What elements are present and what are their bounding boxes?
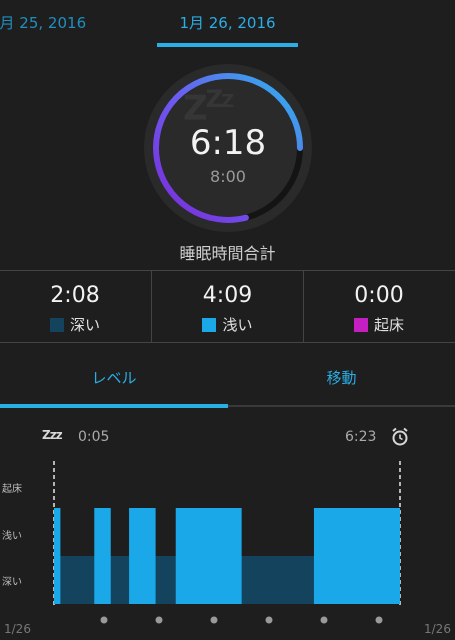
sleep-level-chart xyxy=(53,461,401,624)
hour-tick-dot xyxy=(210,616,218,624)
stat-awake-label: 起床 xyxy=(373,316,404,334)
date-tab-previous[interactable]: 1月 25, 2016 xyxy=(0,12,86,33)
stat-awake: 0:00 起床 xyxy=(303,271,455,342)
stat-deep-value: 2:08 xyxy=(50,283,100,308)
tab-movement[interactable]: 移動 xyxy=(228,367,455,388)
light-sleep-segment xyxy=(129,508,156,604)
stat-light: 4:09 浅い xyxy=(151,271,304,342)
hour-tick-dot xyxy=(265,616,273,624)
date-tabs: 1月 25, 2016 1月 26, 2016 xyxy=(0,0,455,48)
awake-swatch xyxy=(353,318,368,332)
stat-light-label: 浅い xyxy=(222,316,253,334)
light-sleep-segment xyxy=(175,508,242,604)
date-tab-current[interactable]: 1月 26, 2016 xyxy=(157,12,298,33)
total-sleep-time: 6:18 xyxy=(189,123,267,163)
sleep-goal-time: 8:00 xyxy=(210,167,246,186)
total-sleep-label: 睡眠時間合計 xyxy=(179,244,276,263)
x-date-right: 1/26 xyxy=(424,622,451,636)
hour-tick-dot xyxy=(155,616,163,624)
tab-level[interactable]: レベル xyxy=(0,367,228,388)
light-sleep-segment xyxy=(313,508,400,604)
sleep-stats: 2:08 深い 4:09 浅い 0:00 起床 xyxy=(0,270,455,343)
hour-tick-dot xyxy=(320,616,328,624)
stat-awake-legend: 起床 xyxy=(303,314,455,335)
stat-light-value: 4:09 xyxy=(202,283,253,308)
light-sleep-segment xyxy=(54,508,61,604)
light-swatch xyxy=(202,318,217,332)
tab-indicator xyxy=(0,404,228,408)
light-sleep-segment xyxy=(94,508,111,604)
x-date-left: 1/26 xyxy=(4,622,31,636)
chart-header: Zzz 0:05 6:23 xyxy=(0,424,455,450)
zzz-icon: ZZZ xyxy=(183,85,234,129)
sleep-total-ring: ZZZ 6:18 8:00 xyxy=(143,63,313,233)
stat-deep: 2:08 深い xyxy=(0,271,150,342)
stat-awake-value: 0:00 xyxy=(354,283,404,308)
stat-deep-label: 深い xyxy=(69,316,100,334)
stat-deep-legend: 深い xyxy=(0,314,150,335)
hour-tick-dot xyxy=(100,616,108,624)
view-tabs: レベル 移動 xyxy=(0,355,455,411)
sleep-start-icon: Zzz xyxy=(42,428,63,442)
date-tab-indicator xyxy=(157,43,298,47)
deep-swatch xyxy=(49,318,64,332)
sleep-end-time: 6:23 xyxy=(345,429,377,445)
alarm-clock-icon xyxy=(392,427,408,446)
sleep-start-time: 0:05 xyxy=(78,429,110,445)
hour-tick-dot xyxy=(375,616,383,624)
stat-light-legend: 浅い xyxy=(152,314,303,335)
